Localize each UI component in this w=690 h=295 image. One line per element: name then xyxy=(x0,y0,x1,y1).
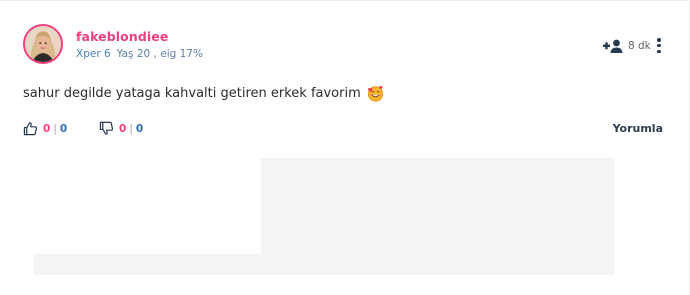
like-separator: | xyxy=(53,122,57,135)
like-button[interactable]: 0 | 0 xyxy=(23,121,67,136)
dislike-separator: | xyxy=(129,122,133,135)
like-total: 0 xyxy=(59,122,68,135)
dislike-count: 0 xyxy=(119,122,127,135)
avatar-image xyxy=(25,26,61,62)
content-placeholder-bar xyxy=(34,254,614,275)
post-time: 8 dk xyxy=(628,40,651,52)
author-level[interactable]: Xper 6 xyxy=(76,48,111,60)
author-meta: Xper 6 Yaş 20 , eig 17% xyxy=(76,48,203,60)
thumbs-up-icon xyxy=(23,122,38,136)
author-username[interactable]: fakeblondiee xyxy=(76,29,168,44)
like-count: 0 xyxy=(43,122,51,135)
dislike-total: 0 xyxy=(135,122,144,135)
smiling-face-with-hearts-emoji xyxy=(367,86,383,102)
post-card: fakeblondiee Xper 6 Yaş 20 , eig 17% 8 dk… xyxy=(0,0,690,295)
add-user-icon[interactable] xyxy=(603,39,623,53)
thumbs-down-icon xyxy=(99,121,114,135)
avatar[interactable] xyxy=(23,24,63,64)
post-text: sahur degilde yataga kahvalti getiren er… xyxy=(23,86,361,101)
dislike-button[interactable]: 0 | 0 xyxy=(99,121,143,136)
more-vertical-icon[interactable] xyxy=(655,38,663,56)
comment-button[interactable]: Yorumla xyxy=(613,122,663,135)
post-content: sahur degilde yataga kahvalti getiren er… xyxy=(23,85,384,102)
author-age: Yaş 20 , eig 17% xyxy=(116,48,203,60)
